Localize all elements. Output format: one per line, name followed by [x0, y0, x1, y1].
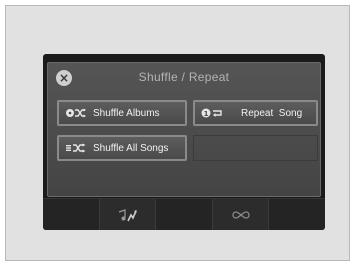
bottom-toolbar [43, 198, 325, 230]
shuffle-repeat-button[interactable] [212, 199, 270, 230]
shuffle-albums-button[interactable]: Shuffle Albums [57, 100, 187, 126]
svg-text:1: 1 [204, 110, 209, 118]
shuffle-all-icon [65, 142, 87, 154]
repeat-one-icon: 1 [201, 107, 225, 119]
display-screen: × Shuffle / Repeat Shuffle Albums 1 Repe… [43, 54, 325, 230]
shuffle-albums-label: Shuffle Albums [93, 107, 160, 119]
shuffle-all-songs-label: Shuffle All Songs [93, 142, 169, 154]
dialog-title: Shuffle / Repeat [138, 70, 230, 84]
figure-frame: × Shuffle / Repeat Shuffle Albums 1 Repe… [5, 5, 350, 261]
music-search-icon [119, 208, 138, 221]
music-search-button[interactable] [99, 199, 157, 230]
repeat-song-label: Repeat Song [241, 107, 303, 119]
shuffle-all-songs-button[interactable]: Shuffle All Songs [57, 135, 187, 161]
empty-option-slot [193, 135, 318, 161]
shuffle-repeat-dialog: × Shuffle / Repeat Shuffle Albums 1 Repe… [47, 62, 321, 197]
toolbar-cell [156, 199, 213, 230]
repeat-song-button[interactable]: 1 Repeat Song [193, 100, 318, 126]
shuffle-albums-icon [65, 107, 87, 119]
toolbar-cell [269, 199, 325, 230]
toolbar-cell [43, 199, 100, 230]
shuffle-repeat-icon [231, 210, 250, 219]
